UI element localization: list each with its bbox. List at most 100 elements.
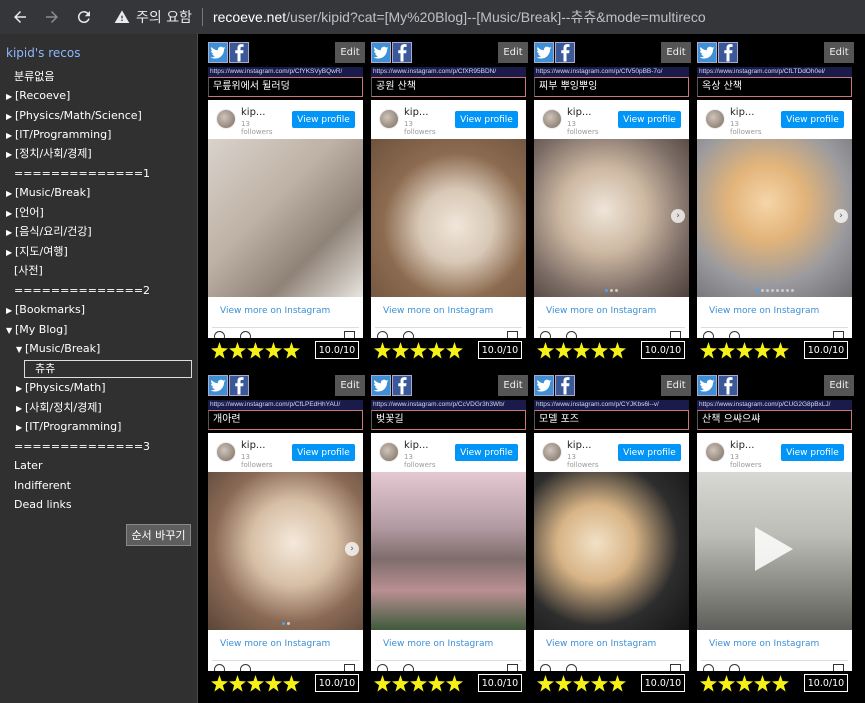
post-photo[interactable]: › (208, 472, 363, 630)
sidebar-item[interactable]: ▶ [Physics/Math/Science] (6, 109, 142, 124)
avatar[interactable] (379, 109, 399, 129)
collapsed-triangle-icon[interactable]: ▶ (6, 129, 15, 143)
like-icon[interactable] (377, 331, 388, 338)
sidebar-item[interactable]: 분류없음 (14, 70, 54, 84)
avatar[interactable] (216, 442, 236, 462)
facebook-share-button[interactable] (229, 375, 249, 396)
star-icon[interactable] (392, 675, 409, 692)
star-icon[interactable] (573, 342, 590, 359)
star-icon[interactable] (211, 675, 228, 692)
post-photo[interactable] (697, 472, 852, 630)
view-profile-button[interactable]: View profile (455, 111, 518, 128)
star-icon[interactable] (283, 675, 300, 692)
reco-link[interactable]: https://www.instagram.com/p/CfXR95BDN/ (371, 67, 526, 77)
post-photo[interactable] (208, 139, 363, 297)
back-icon[interactable] (4, 0, 36, 34)
star-rating[interactable] (700, 342, 790, 359)
view-profile-button[interactable]: View profile (292, 111, 355, 128)
like-icon[interactable] (703, 664, 714, 671)
comment-icon[interactable] (566, 664, 577, 671)
like-icon[interactable] (214, 664, 225, 671)
sidebar-item[interactable]: ▶ [언어] (6, 206, 44, 221)
address-bar[interactable]: recoeve.net/user/kipid?cat=[My%20Blog]--… (213, 7, 706, 27)
comment-icon[interactable] (729, 664, 740, 671)
post-photo[interactable] (371, 139, 526, 297)
view-profile-button[interactable]: View profile (781, 444, 844, 461)
security-warning[interactable]: 주의 요함 (114, 7, 192, 27)
username[interactable]: kip... (730, 440, 754, 451)
view-more-link[interactable]: View more on Instagram (546, 306, 656, 316)
reco-link[interactable]: https://www.instagram.com/p/CYJKbs6l--v/ (534, 400, 689, 410)
facebook-share-button[interactable] (229, 42, 249, 63)
edit-button[interactable]: Edit (661, 42, 691, 63)
like-icon[interactable] (540, 664, 551, 671)
star-icon[interactable] (537, 675, 554, 692)
like-icon[interactable] (377, 664, 388, 671)
avatar[interactable] (216, 109, 236, 129)
like-icon[interactable] (214, 331, 225, 338)
collapsed-triangle-icon[interactable]: ▶ (6, 246, 15, 260)
collapsed-triangle-icon[interactable]: ▶ (6, 187, 15, 201)
sidebar-item[interactable]: ▼ [My Blog] (6, 323, 67, 338)
star-icon[interactable] (229, 675, 246, 692)
collapsed-triangle-icon[interactable]: ▶ (16, 402, 25, 416)
reco-link[interactable]: https://www.instagram.com/p/CfV50pBB-7o/ (534, 67, 689, 77)
edit-button[interactable]: Edit (335, 375, 365, 396)
star-icon[interactable] (247, 342, 264, 359)
sidebar-item[interactable]: ▶ [Bookmarks] (6, 303, 85, 318)
view-more-link[interactable]: View more on Instagram (709, 306, 819, 316)
play-icon[interactable] (755, 527, 793, 571)
view-more-link[interactable]: View more on Instagram (383, 639, 493, 649)
star-icon[interactable] (772, 342, 789, 359)
collapsed-triangle-icon[interactable]: ▶ (16, 421, 25, 435)
star-icon[interactable] (591, 342, 608, 359)
sidebar-item[interactable]: ▶ [Music/Break] (6, 186, 90, 201)
star-icon[interactable] (609, 342, 626, 359)
reco-link[interactable]: https://www.instagram.com/p/CUG2G8pBxLJ/ (697, 400, 852, 410)
sidebar-item[interactable]: ▼ [Music/Break] (16, 342, 100, 357)
star-icon[interactable] (410, 675, 427, 692)
twitter-share-button[interactable] (534, 375, 554, 396)
sidebar-item[interactable]: ==============2 (14, 284, 150, 298)
sidebar-item[interactable]: Later (14, 459, 42, 473)
facebook-share-button[interactable] (718, 42, 738, 63)
like-icon[interactable] (540, 331, 551, 338)
forward-icon[interactable] (36, 0, 68, 34)
sidebar-item[interactable]: ▶ [음식/요리/건강] (6, 225, 92, 240)
star-icon[interactable] (392, 342, 409, 359)
sidebar-item[interactable]: ==============1 (14, 167, 150, 181)
collapsed-triangle-icon[interactable]: ▶ (6, 207, 15, 221)
view-more-link[interactable]: View more on Instagram (220, 639, 330, 649)
star-icon[interactable] (555, 675, 572, 692)
post-photo[interactable] (534, 472, 689, 630)
star-rating[interactable] (374, 675, 464, 692)
username[interactable]: kip... (241, 440, 265, 451)
post-photo[interactable]: › (534, 139, 689, 297)
facebook-share-button[interactable] (392, 375, 412, 396)
save-icon[interactable] (833, 331, 844, 338)
comment-icon[interactable] (566, 331, 577, 338)
facebook-share-button[interactable] (392, 42, 412, 63)
star-icon[interactable] (446, 675, 463, 692)
star-rating[interactable] (537, 342, 627, 359)
twitter-share-button[interactable] (534, 42, 554, 63)
star-icon[interactable] (247, 675, 264, 692)
username[interactable]: kip... (567, 107, 591, 118)
edit-button[interactable]: Edit (824, 375, 854, 396)
twitter-share-button[interactable] (697, 42, 717, 63)
username[interactable]: kip... (404, 107, 428, 118)
username[interactable]: kip... (730, 107, 754, 118)
reco-link[interactable]: https://www.instagram.com/p/CfLTDdOh0el/ (697, 67, 852, 77)
reload-icon[interactable] (68, 0, 100, 34)
save-icon[interactable] (507, 664, 518, 671)
comment-icon[interactable] (240, 331, 251, 338)
star-icon[interactable] (283, 342, 300, 359)
comment-icon[interactable] (403, 664, 414, 671)
star-icon[interactable] (718, 342, 735, 359)
edit-button[interactable]: Edit (498, 42, 528, 63)
comment-icon[interactable] (403, 331, 414, 338)
save-icon[interactable] (344, 664, 355, 671)
post-photo[interactable] (371, 472, 526, 630)
reorder-button[interactable]: 순서 바꾸기 (126, 524, 191, 546)
view-profile-button[interactable]: View profile (781, 111, 844, 128)
